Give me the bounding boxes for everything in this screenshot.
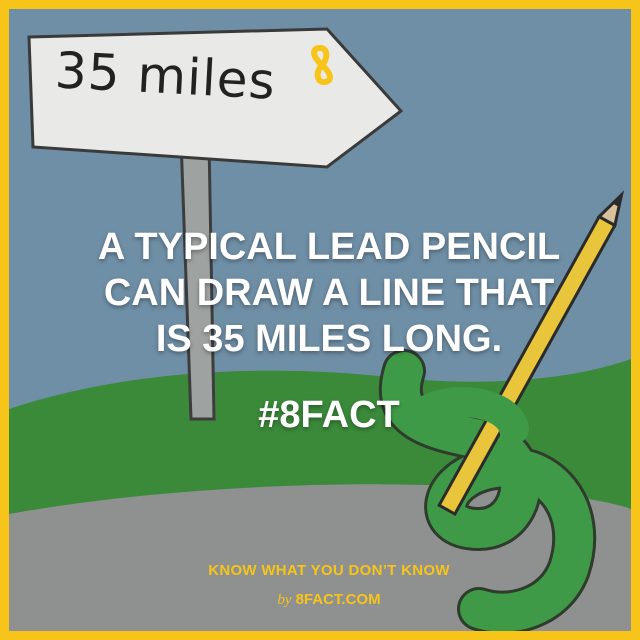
byline: by 8FACT.COM: [9, 591, 631, 609]
site-link[interactable]: 8FACT.COM: [296, 591, 381, 608]
byline-by: by: [277, 592, 292, 608]
fact-text: A TYPICAL LEAD PENCIL CAN DRAW A LINE TH…: [9, 224, 631, 362]
fact-line: CAN DRAW A LINE THAT: [103, 272, 555, 314]
fact-line: A TYPICAL LEAD PENCIL: [97, 226, 561, 268]
poster-frame: 35 miles A TYPICAL LEAD PENCIL CAN DRAW …: [0, 0, 640, 640]
fact-line: IS 35 MILES LONG.: [155, 318, 503, 360]
tagline: KNOW WHAT YOU DON’T KNOW: [208, 562, 450, 579]
hashtag: #8FACT: [258, 394, 400, 436]
